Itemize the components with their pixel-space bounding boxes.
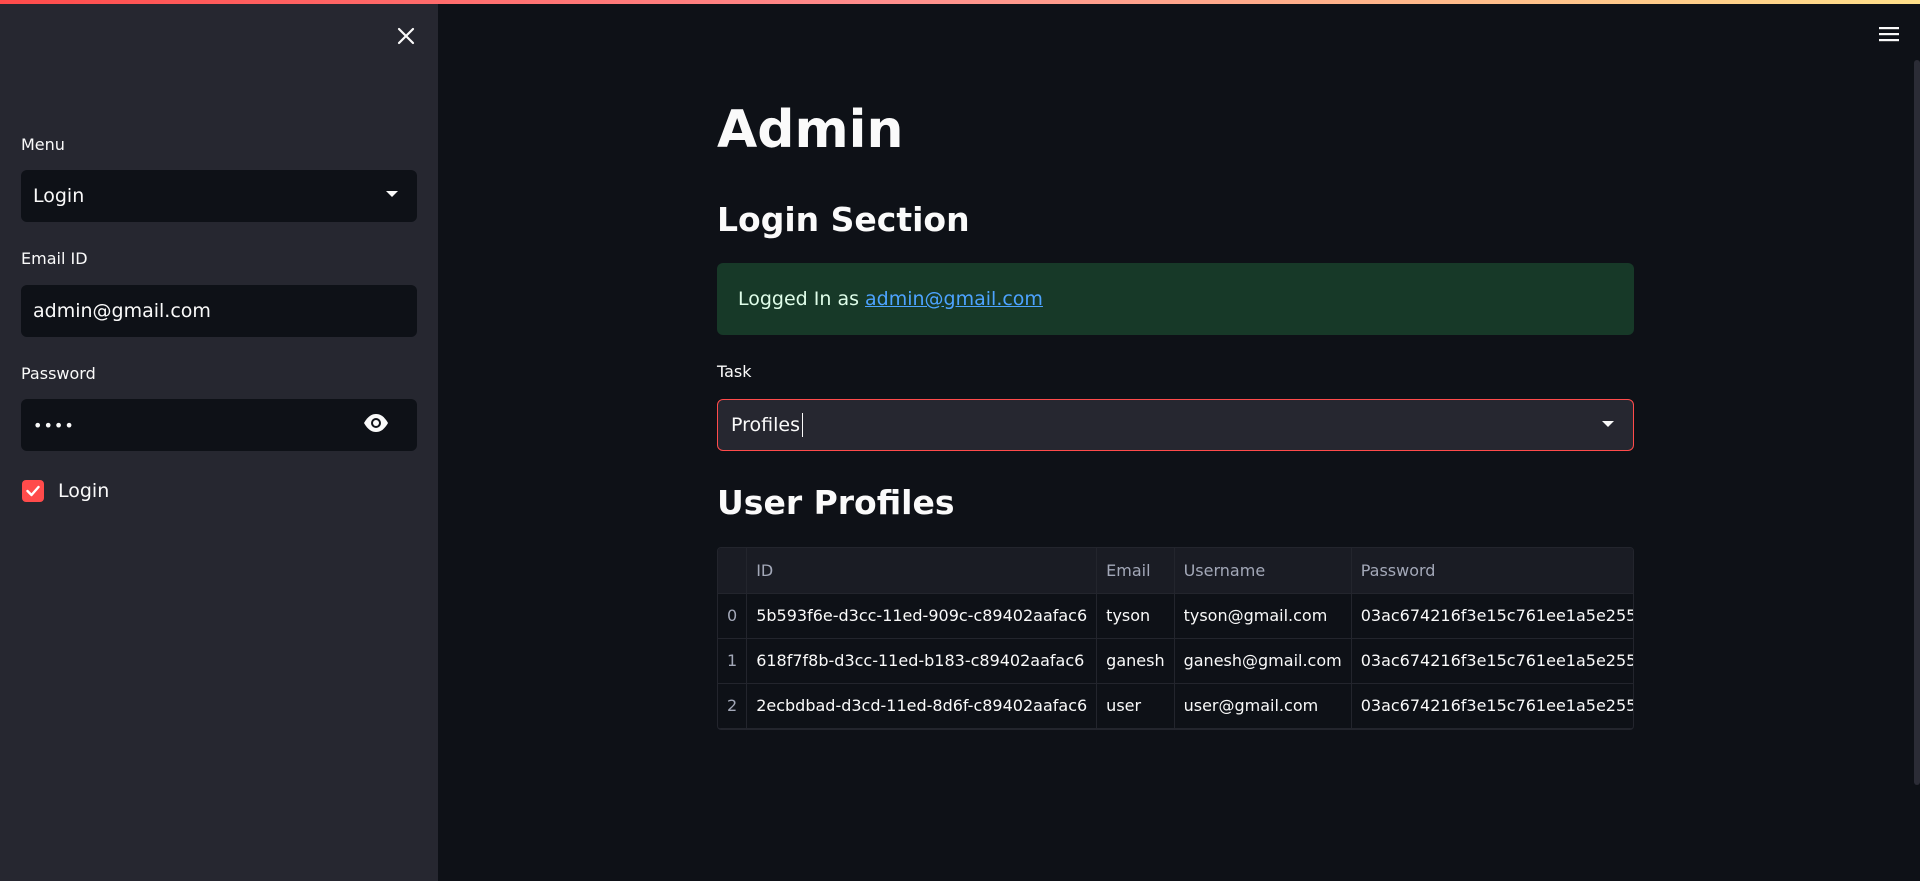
menu-label: Menu [21,135,65,154]
success-email-link[interactable]: admin@gmail.com [865,288,1043,310]
column-header-index[interactable] [718,548,748,594]
table-row: 2 2ecbdbad-d3cd-11ed-8d6f-c89402aafac6 u… [718,683,1633,729]
table-row: 0 5b593f6e-d3cc-11ed-909c-c89402aafac6 t… [718,593,1633,639]
table-row: 1 618f7f8b-d3cc-11ed-b183-c89402aafac6 g… [718,638,1633,684]
close-sidebar-button[interactable] [392,22,420,50]
row-index: 2 [718,683,748,729]
user-profiles-heading: User Profiles [717,483,955,522]
hamburger-menu-button[interactable] [1877,24,1901,44]
cell-username[interactable]: tyson@gmail.com [1174,593,1352,639]
page-title: Admin [717,100,904,160]
eye-icon[interactable] [363,413,389,433]
row-index: 1 [718,638,748,684]
login-checkbox-label[interactable]: Login [58,480,109,502]
email-label: Email ID [21,249,88,268]
profiles-data-table: ID Email Username Password 0 5b593f6e-d3… [718,548,1633,729]
chevron-down-icon [1602,421,1614,427]
password-label: Password [21,364,96,383]
login-checkbox[interactable] [22,480,44,502]
task-select-value: Profiles [731,414,800,436]
close-icon [397,27,415,45]
success-text: Logged In as [738,288,860,310]
success-alert: Logged In as admin@gmail.com [717,263,1634,335]
task-label: Task [717,362,752,381]
cell-id[interactable]: 2ecbdbad-d3cd-11ed-8d6f-c89402aafac6 [746,683,1098,729]
email-field-value: admin@gmail.com [33,300,211,322]
check-icon [26,485,40,497]
cell-username[interactable]: ganesh@gmail.com [1174,638,1352,684]
task-select[interactable]: Profiles [717,399,1634,451]
cell-id[interactable]: 5b593f6e-d3cc-11ed-909c-c89402aafac6 [746,593,1098,639]
cell-email[interactable]: ganesh [1096,638,1175,684]
text-cursor [801,413,803,437]
password-field[interactable]: •••• [21,399,417,451]
column-header-id[interactable]: ID [746,548,1098,594]
password-field-value: •••• [33,415,75,435]
menu-select[interactable]: Login [21,170,417,222]
cell-email[interactable]: user [1096,683,1175,729]
cell-password[interactable]: 03ac674216f3e15c761ee1a5e255f0 [1351,593,1633,639]
cell-username[interactable]: user@gmail.com [1174,683,1352,729]
cell-password[interactable]: 03ac674216f3e15c761ee1a5e255f0 [1351,683,1633,729]
login-checkbox-row[interactable]: Login [22,480,109,502]
cell-password[interactable]: 03ac674216f3e15c761ee1a5e255f0 [1351,638,1633,684]
cell-email[interactable]: tyson [1096,593,1175,639]
column-header-email[interactable]: Email [1096,548,1175,594]
scrollbar[interactable] [1914,60,1920,785]
table-header-row: ID Email Username Password [718,548,1633,594]
hamburger-menu-icon [1879,27,1899,42]
menu-select-value: Login [33,185,85,207]
cell-id[interactable]: 618f7f8b-d3cc-11ed-b183-c89402aafac6 [746,638,1098,684]
profiles-table[interactable]: ID Email Username Password 0 5b593f6e-d3… [717,547,1634,730]
column-header-password[interactable]: Password [1351,548,1633,594]
row-index: 0 [718,593,748,639]
column-header-username[interactable]: Username [1174,548,1352,594]
email-field[interactable]: admin@gmail.com [21,285,417,337]
sidebar: Menu Login Email ID admin@gmail.com Pass… [0,4,438,881]
login-section-heading: Login Section [717,200,970,239]
chevron-down-icon [386,191,398,197]
